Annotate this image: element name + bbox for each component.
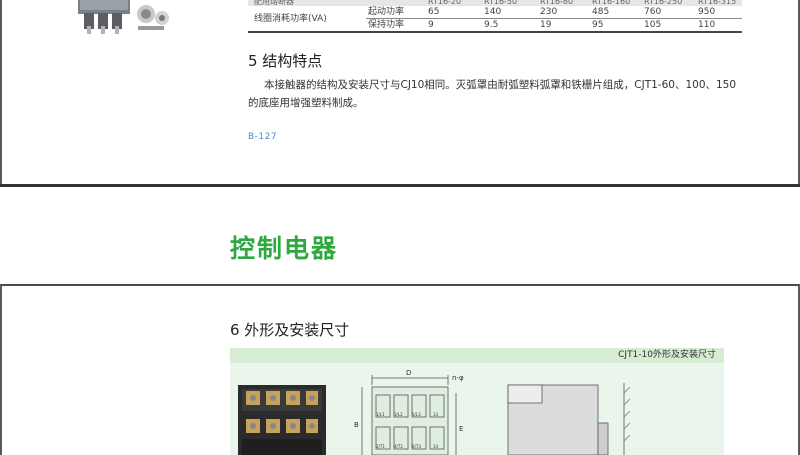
contactor-product-image [238, 385, 326, 455]
terminal-label: 14 [433, 444, 439, 449]
table-cell: 950 [696, 6, 742, 19]
table-cell: 9 [426, 18, 482, 33]
terminal-label: 13 [433, 412, 439, 417]
terminal-label: 1/L1 [376, 412, 385, 417]
category-heading: 控制电器 [230, 234, 339, 263]
coil-power-label: 线圈消耗功率(VA) [248, 6, 366, 33]
table-cell: 760 [642, 6, 696, 19]
diagram-caption-bar: CJT1-10外形及安装尺寸 [230, 348, 724, 363]
starting-power-label: 起动功率 [366, 6, 426, 19]
terminal-label: 4/T2 [394, 444, 403, 449]
table-cell: 105 [642, 18, 696, 33]
terminal-label: 2/T1 [376, 444, 385, 449]
dim-n-phi-label: n-φ [452, 374, 464, 382]
page-separator [0, 184, 800, 187]
table-cell: 110 [696, 18, 742, 33]
table-row-starting-power: 线圈消耗功率(VA) 起动功率 65 140 230 485 760 950 [248, 6, 742, 33]
section-5-line-2: 的底座用增强塑料制成。 [248, 97, 364, 109]
table-cell: 485 [590, 6, 642, 19]
coil-power-table: 配用熔断器 RT16-20 RT16-50 RT16-80 RT16-160 R… [248, 0, 742, 33]
dimension-drawing-area: D n-φ B E 1/L1 3/L2 5/L3 13 2/T1 4/T2 6/… [230, 363, 724, 455]
table-cell: 140 [482, 6, 538, 19]
terminal-label: 5/L3 [412, 412, 421, 417]
section-5-title: 5 结构特点 [248, 52, 323, 70]
holding-power-label: 保持功率 [366, 18, 426, 33]
contactor-photo [78, 0, 169, 34]
table-cell: 65 [426, 6, 482, 19]
dim-e-label: E [459, 425, 463, 433]
side-view-drawing [507, 383, 631, 455]
table-cell: 230 [538, 6, 590, 19]
section-6-title: 6 外形及安装尺寸 [230, 321, 350, 339]
table-cell: 19 [538, 18, 590, 33]
terminal-label: 6/T3 [412, 444, 421, 449]
dimension-drawings: D n-φ B E 1/L1 3/L2 5/L3 13 2/T1 4/T2 6/… [238, 369, 631, 455]
table-cell: 95 [590, 18, 642, 33]
dim-b-label: B [354, 421, 359, 429]
page-number: B-127 [248, 132, 278, 142]
terminal-label: 3/L2 [394, 412, 403, 417]
dim-d-label: D [406, 369, 411, 377]
table-cell: 9.5 [482, 18, 538, 33]
